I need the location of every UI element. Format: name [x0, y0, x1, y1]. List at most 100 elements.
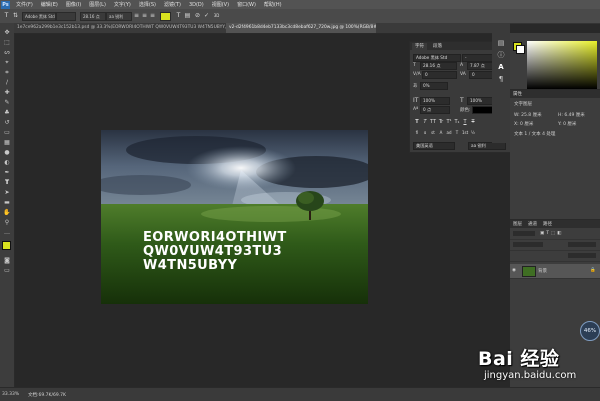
commit-icon[interactable]: ✓	[203, 12, 210, 19]
menu-file[interactable]: 文件(F)	[12, 1, 37, 8]
all-caps-button[interactable]: TT	[430, 119, 436, 125]
info-panel-icon[interactable]: ⓘ	[497, 51, 505, 59]
char-font-family[interactable]: Adobe 黑体 Std	[413, 54, 461, 62]
marquee-tool-icon[interactable]: ⬚	[3, 39, 11, 47]
faux-italic-button[interactable]: T	[422, 119, 428, 125]
antialias-select[interactable]: aa 锐利	[106, 12, 132, 21]
opacity-field[interactable]	[568, 242, 596, 247]
tab-channels[interactable]: 通道	[528, 221, 537, 227]
titling-alt-button[interactable]: T	[454, 130, 460, 136]
warp-text-icon[interactable]: T	[175, 12, 182, 19]
char-font-size[interactable]: 28.16 点	[420, 62, 457, 70]
subscript-button[interactable]: T₁	[454, 119, 460, 125]
char-tsume[interactable]: 0%	[420, 82, 448, 90]
contextual-alt-button[interactable]: ɑ	[422, 130, 428, 136]
foreground-color-swatch[interactable]	[2, 241, 11, 250]
screen-mode-icon[interactable]: ▭	[3, 267, 11, 275]
more-tools-icon[interactable]: …	[3, 229, 11, 237]
doc-tab-psd[interactable]: 1e7ce962a299b1e3c152b13.psd @ 33.3%(EORW…	[14, 23, 228, 33]
hand-tool-icon[interactable]: ✋	[3, 209, 11, 217]
strikethrough-button[interactable]: T	[470, 119, 476, 125]
color-picker-field[interactable]	[527, 41, 597, 89]
small-caps-button[interactable]: Tr	[438, 119, 444, 125]
align-right-icon[interactable]: ≡	[149, 12, 156, 19]
zoom-tool-icon[interactable]: ⚲	[3, 219, 11, 227]
properties-height[interactable]: H: 6.49 厘米	[558, 112, 585, 118]
tab-paths[interactable]: 路径	[543, 221, 552, 227]
char-antialias[interactable]: aa 锐利	[468, 142, 506, 150]
shape-tool-icon[interactable]: ▬	[3, 199, 11, 207]
menu-window[interactable]: 窗口(W)	[233, 1, 260, 8]
type-tool-preset-icon[interactable]: T	[3, 12, 10, 19]
dodge-tool-icon[interactable]: ◐	[3, 159, 11, 167]
canvas-image[interactable]: EORWORI4OTHIWT QW0VUW4T93TU3 W4TN5UBYY	[101, 130, 368, 304]
pen-tool-icon[interactable]: ✒	[3, 169, 11, 177]
tab-character[interactable]: 字符	[412, 43, 427, 50]
eraser-tool-icon[interactable]: ▭	[3, 129, 11, 137]
3d-icon[interactable]: 3D	[213, 12, 220, 19]
fractions-button[interactable]: ½	[470, 130, 476, 136]
char-kerning[interactable]: 0	[422, 71, 457, 79]
eyedropper-tool-icon[interactable]: ∕	[3, 79, 11, 87]
superscript-button[interactable]: T¹	[446, 119, 452, 125]
stylistic-alt-button[interactable]: ad	[446, 130, 452, 136]
text-color-swatch[interactable]	[160, 12, 171, 21]
layer-filter-select[interactable]	[513, 231, 535, 236]
history-brush-icon[interactable]: ↺	[3, 119, 11, 127]
discretionary-ligature-button[interactable]: st	[430, 130, 436, 136]
crop-tool-icon[interactable]: ⌗	[3, 69, 11, 77]
quick-select-tool-icon[interactable]: ⌖	[3, 59, 11, 67]
paragraph-panel-icon[interactable]: ¶	[497, 75, 505, 83]
menu-view[interactable]: 视图(V)	[208, 1, 233, 8]
lasso-tool-icon[interactable]: ᔕ	[3, 49, 11, 57]
layer-name[interactable]: 背景	[538, 268, 547, 274]
menu-select[interactable]: 选择(S)	[135, 1, 160, 8]
status-zoom[interactable]: 33.33%	[2, 392, 19, 397]
ordinals-button[interactable]: 1st	[462, 130, 468, 136]
cancel-icon[interactable]: ⊘	[194, 12, 201, 19]
properties-width[interactable]: W: 25.8 厘米	[514, 112, 542, 118]
menu-type[interactable]: 文字(Y)	[110, 1, 135, 8]
underline-button[interactable]: T	[462, 119, 468, 125]
gradient-tool-icon[interactable]: ▦	[3, 139, 11, 147]
brush-tool-icon[interactable]: ✎	[3, 99, 11, 107]
tab-layers[interactable]: 图层	[513, 221, 522, 227]
fill-field[interactable]	[568, 253, 596, 258]
align-center-icon[interactable]: ≡	[141, 12, 148, 19]
character-panel-icon[interactable]: A	[497, 63, 505, 71]
healing-brush-icon[interactable]: ✚	[3, 89, 11, 97]
font-size-field[interactable]: 28.16 点	[80, 12, 106, 21]
blur-tool-icon[interactable]: ●	[3, 149, 11, 157]
menu-help[interactable]: 帮助(H)	[260, 1, 286, 8]
blend-mode-select[interactable]	[513, 242, 543, 247]
menu-edit[interactable]: 编辑(E)	[37, 1, 62, 8]
properties-x[interactable]: X: 0 厘米	[514, 121, 533, 127]
align-left-icon[interactable]: ≡	[133, 12, 140, 19]
menu-3d[interactable]: 3D(D)	[185, 2, 208, 8]
path-select-icon[interactable]: ➤	[3, 189, 11, 197]
panel-toggle-icon[interactable]: ▤	[184, 12, 191, 19]
swash-button[interactable]: A	[438, 130, 444, 136]
clone-stamp-icon[interactable]: ♣	[3, 109, 11, 117]
layer-filter-icons[interactable]: ▣T⬚◧	[540, 231, 564, 236]
move-tool-icon[interactable]: ✥	[3, 29, 11, 37]
faux-bold-button[interactable]: T	[414, 119, 420, 125]
type-tool-icon[interactable]: T	[3, 179, 11, 187]
menu-filter[interactable]: 滤镜(T)	[160, 1, 185, 8]
menu-image[interactable]: 图像(I)	[62, 1, 85, 8]
quick-mask-icon[interactable]: ◙	[3, 257, 11, 265]
font-style-select[interactable]	[56, 12, 76, 21]
canvas-text-layer[interactable]: EORWORI4OTHIWT QW0VUW4T93TU3 W4TN5UBYY	[143, 231, 287, 273]
char-baseline-shift[interactable]: 0 点	[420, 106, 450, 114]
doc-tab-jpg[interactable]: v2-d2f4961b8d4eb7133bc3cd8ebaf627_720w.j…	[226, 23, 376, 33]
text-orientation-icon[interactable]: ⇅	[12, 12, 19, 19]
visibility-eye-icon[interactable]: ◉	[512, 268, 516, 273]
char-vertical-scale[interactable]: 100%	[420, 97, 450, 105]
ligature-button[interactable]: fi	[414, 130, 420, 136]
menu-layer[interactable]: 图层(L)	[85, 1, 110, 8]
properties-y[interactable]: Y: 0 厘米	[558, 121, 576, 127]
font-family-select[interactable]: Adobe 黑体 Std	[22, 12, 56, 21]
tab-paragraph[interactable]: 段落	[430, 43, 445, 50]
history-panel-icon[interactable]: ▤	[497, 39, 505, 47]
char-language[interactable]: 美国英语	[413, 142, 455, 150]
